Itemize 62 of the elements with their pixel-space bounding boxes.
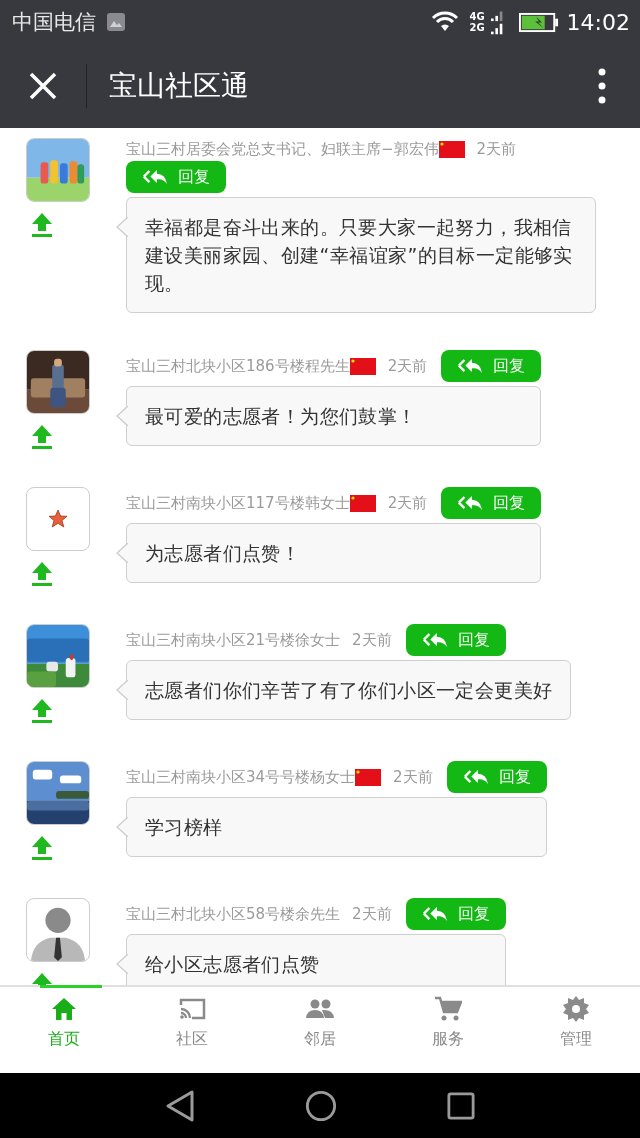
post-time: 2天前 [352, 904, 392, 924]
carrier-name: 中国电信 [12, 9, 96, 36]
reply-icon [421, 905, 448, 923]
cast-icon [178, 997, 206, 1021]
reply-button[interactable]: 回复 [441, 350, 542, 382]
tab[interactable]: 管理 [512, 987, 640, 1073]
comment-text: 给小区志愿者们点赞 [145, 953, 320, 975]
author-name: 宝山三村南块小区117号楼韩女士 [126, 493, 350, 513]
author-name: 宝山三村北块小区186号楼程先生 [126, 356, 350, 376]
reply-button[interactable]: 回复 [446, 761, 547, 793]
author-name: 宝山三村南块小区21号楼徐女士 [126, 630, 341, 650]
home-circle-icon[interactable] [305, 1089, 337, 1122]
comment-text: 学习榜样 [145, 816, 223, 838]
upload-icon[interactable] [31, 212, 53, 238]
reply-button[interactable]: 回复 [405, 898, 506, 930]
tab[interactable]: 首页 [0, 987, 128, 1073]
reply-button[interactable]: 回复 [441, 487, 542, 519]
reply-icon [142, 168, 168, 186]
post-time: 2天前 [387, 493, 428, 513]
avatar[interactable] [26, 898, 90, 962]
close-icon[interactable] [28, 71, 58, 101]
tab[interactable]: 社区 [128, 987, 256, 1073]
upload-icon[interactable] [31, 835, 53, 861]
post-time: 2天前 [387, 356, 428, 376]
people-icon [306, 999, 334, 1019]
comment-text: 为志愿者们点赞！ [145, 542, 301, 564]
back-icon[interactable] [165, 1088, 195, 1123]
more-menu-icon[interactable] [598, 68, 606, 104]
settings-icon [563, 996, 589, 1022]
upload-icon[interactable] [31, 698, 53, 724]
cart-icon [434, 996, 462, 1022]
post-time: 2天前 [393, 767, 433, 787]
author-name: 宝山三村南块小区34号号楼杨女士 [126, 767, 356, 787]
reply-icon [421, 631, 448, 649]
tab[interactable]: 服务 [384, 987, 512, 1073]
clock-time: 14:02 [566, 9, 630, 35]
image-icon [106, 12, 126, 32]
comment-text: 志愿者们你们辛苦了有了你们小区一定会更美好 [145, 679, 553, 701]
wifi-icon [431, 11, 460, 33]
battery-charging-icon [518, 11, 559, 33]
avatar[interactable] [26, 350, 90, 414]
star-icon [48, 509, 68, 529]
page-title: 宝山社区通 [109, 68, 249, 104]
reply-icon [457, 494, 484, 512]
network-label: 2G [469, 22, 485, 33]
tab[interactable]: 邻居 [256, 987, 384, 1073]
comment-text: 最可爱的志愿者！为您们鼓掌！ [145, 405, 417, 427]
author-name: 宝山三村居委会党总支书记、妇联主席−郭宏伟 [126, 139, 439, 159]
reply-button[interactable]: 回复 [126, 161, 226, 193]
network-label: 4G [469, 11, 485, 22]
avatar[interactable] [26, 761, 90, 825]
reply-icon [462, 768, 489, 786]
author-name: 宝山三村北块小区58号楼余先生 [126, 904, 341, 924]
recents-icon[interactable] [447, 1091, 475, 1120]
upload-icon[interactable] [31, 424, 53, 450]
upload-icon[interactable] [31, 561, 53, 587]
reply-button[interactable]: 回复 [405, 624, 506, 656]
reply-icon [457, 357, 484, 375]
post-time: 2天前 [476, 139, 517, 159]
post-time: 2天前 [352, 630, 392, 650]
home-icon [51, 997, 77, 1021]
comment-text: 幸福都是奋斗出来的。只要大家一起努力，我相信建设美丽家园、创建“幸福谊家”的目标一定能够实现。 [145, 216, 573, 294]
